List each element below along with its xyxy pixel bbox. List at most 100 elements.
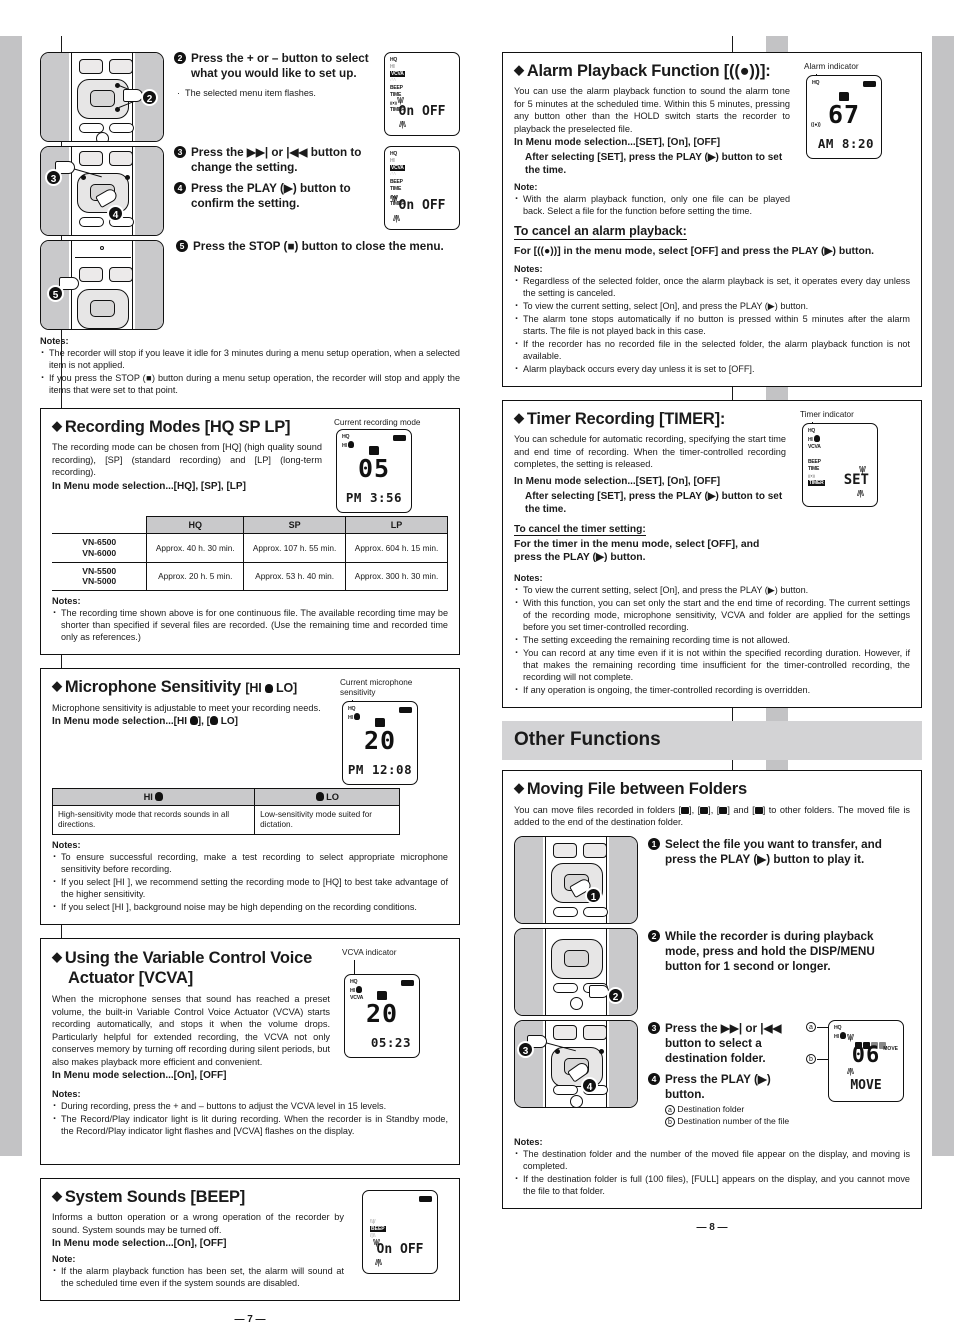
step-row-5: 5 5 Press the STOP (■) button to close t… — [40, 240, 460, 330]
recording-modes-notes-heading: Notes: — [52, 596, 81, 607]
note-item: The Record/Play indicator light is lit d… — [52, 1112, 448, 1137]
legend-marker-b: b — [806, 1054, 816, 1065]
moving-file-notes-heading: Notes: — [514, 1137, 543, 1148]
timer-title: ◆ Timer Recording [TIMER]: — [514, 409, 726, 428]
left-page: 2 2 Press the + or – button to select wh… — [40, 52, 460, 1325]
note-item: Alarm playback occurs every day unless i… — [514, 362, 910, 377]
table-cell: Approx. 300 h. 30 min. — [345, 561, 448, 592]
note-item: You can record at any time even if it is… — [514, 646, 910, 683]
vcva-title: ◆ Using the Variable Control Voice Actuat… — [52, 949, 313, 988]
hand-pointer-icon — [589, 985, 609, 999]
record-button-icon — [109, 151, 133, 166]
section-system-sounds: ◆ System Sounds [BEEP] Informs a button o… — [40, 1177, 460, 1302]
step-text-4: Press the PLAY (▶) button to confirm the… — [191, 181, 351, 210]
moving-step-text-2: While the recorder is during playback mo… — [665, 930, 875, 974]
step-text-5: Press the STOP (■) button to close the m… — [193, 240, 444, 253]
mic-sensitivity-notes-list: To ensure successful recording, make a t… — [52, 850, 448, 915]
recording-modes-title: ◆ Recording Modes [HQ SP LP] — [52, 418, 291, 436]
table-cell: Approx. 107 h. 55 min. — [243, 533, 347, 563]
section-recording-modes: ◆ Recording Modes [HQ SP LP] The recordin… — [40, 408, 460, 656]
table-row: VN-5500 VN-5000 Approx. 20 h. 5 min. Appr… — [52, 561, 448, 592]
moving-step-text-1: Select the file you want to transfer, an… — [665, 838, 882, 867]
lcd-value: SET — [843, 472, 869, 489]
lcd-display-timer: HQ HI VCVA BEEP TIME ((●)) TIMER SET \\|// //|… — [802, 423, 878, 508]
diamond-bullet-icon: ◆ — [52, 678, 62, 694]
mic-sensitivity-notes-heading: Notes: — [52, 840, 81, 851]
step-number-5: 5 — [176, 240, 188, 252]
callout-5: 5 — [47, 285, 64, 302]
note-item: Regardless of the selected folder, once … — [514, 274, 910, 299]
section-microphone-sensitivity: ◆ Microphone Sensitivity [HI LO] Micropho… — [40, 668, 460, 926]
lcd-display-vcva: HQ HI VCVA 20 05:23 — [344, 974, 420, 1059]
lcd-value: On OFF — [398, 104, 446, 119]
lcd-file-number: 20 — [365, 999, 399, 1029]
lcd-file-number: 20 — [363, 725, 397, 755]
step-row-2: 2 2 Press the + or – button to select wh… — [40, 52, 460, 142]
recording-modes-caption: Current recording mode — [334, 418, 421, 427]
alarm-caption: Alarm indicator — [804, 62, 859, 71]
callout-2: 2 — [141, 89, 158, 106]
step-number-2: 2 — [174, 52, 186, 64]
other-functions-banner: Other Functions — [502, 721, 922, 761]
legend-item-b: b Destination number of the file — [665, 1116, 796, 1128]
system-sounds-menu-line: In Menu mode selection...[On], [OFF] — [52, 1238, 227, 1250]
note-item: If the destination folder is full (100 f… — [514, 1172, 910, 1197]
step-number-2: 2 — [648, 930, 660, 943]
table-cell: Approx. 40 h. 30 min. — [146, 533, 245, 563]
section-alarm-playback: ◆ Alarm Playback Function [((●))]: You ca… — [502, 52, 922, 387]
record-button-icon — [109, 59, 133, 74]
recording-modes-menu-line: In Menu mode selection...[HQ], [SP], [LP… — [52, 480, 246, 492]
lcd-display-alarm: HQ 67 ((●)) AM 8:20 — [806, 75, 882, 160]
note-item: To view the current setting, select [On]… — [514, 299, 910, 314]
note-item: During recording, press the + and – butt… — [52, 1099, 448, 1114]
step-notes-list: The recorder will stop if you leave it i… — [40, 346, 460, 396]
lcd-display-step34: HQ HI VCVA ·'·'· BEEP TIME ((●)) TIMER On OFF \… — [384, 146, 460, 230]
lcd-indicators: HQ HI — [834, 1025, 846, 1041]
battery-icon — [863, 81, 876, 88]
right-page: ◆ Alarm Playback Function [((●))]: You ca… — [502, 52, 922, 1233]
device-illustration-move-step1: 1 — [514, 836, 638, 925]
stop-button-icon — [79, 59, 103, 74]
table-row: High-sensitivity mode that records sound… — [51, 804, 401, 836]
recording-modes-body: The recording mode can be chosen from [H… — [52, 442, 322, 478]
note-item: If the recorder has no recorded file in … — [514, 337, 910, 362]
mic-sensitivity-caption: Current microphone sensitivity — [340, 678, 413, 698]
timer-notes-list: To view the current setting, select [On]… — [514, 583, 910, 698]
note-item: If any operation is ongoing, the timer-c… — [514, 683, 910, 698]
table-row: VN-6500 VN-6000 Approx. 40 h. 30 min. App… — [52, 533, 448, 563]
section-vcva: ◆ Using the Variable Control Voice Actuat… — [40, 938, 460, 1165]
step-row-34: 3 4 3 Press the ▶▶| or |◀◀ button to cha… — [40, 146, 460, 236]
moving-file-title: ◆ Moving File between Folders — [514, 780, 747, 799]
table-cell: Approx. 53 h. 40 min. — [243, 561, 347, 592]
vcva-notes-list: During recording, press the + and – butt… — [52, 1099, 448, 1137]
system-sounds-notes-list: If the alarm playback function has been … — [52, 1264, 344, 1289]
alarm-cancel-heading: To cancel an alarm playback: — [514, 224, 687, 241]
table-cell: Approx. 604 h. 15 min. — [345, 533, 448, 563]
diamond-bullet-icon: ◆ — [52, 1187, 62, 1203]
diamond-bullet-icon: ◆ — [52, 418, 62, 433]
note-item: The recording time shown above is for on… — [52, 606, 448, 643]
lcd-indicators: HQ HI — [342, 434, 354, 450]
page-edge-mark-left — [0, 36, 22, 1156]
alarm-note-heading: Note: — [514, 182, 538, 193]
lcd-file-number: 05 — [357, 454, 391, 484]
battery-icon — [399, 706, 412, 713]
step-number-4: 4 — [648, 1073, 660, 1086]
lcd-file-number: 06 — [851, 1043, 881, 1069]
stop-button-icon — [79, 151, 103, 166]
step-number-3: 3 — [648, 1022, 660, 1035]
timer-menu-sub: After selecting [SET], press the PLAY (▶… — [525, 490, 783, 515]
diamond-bullet-icon: ◆ — [514, 62, 524, 77]
alarm-body: You can use the alarm playback function … — [514, 86, 790, 134]
diamond-bullet-icon: ◆ — [514, 780, 524, 796]
lcd-time: AM 8:20 — [817, 136, 874, 152]
note-item: With this function, you can set only the… — [514, 596, 910, 633]
step-substep-text-2: The selected menu item flashes. — [185, 87, 316, 98]
legend-marker-a: a — [806, 1022, 816, 1033]
recording-modes-notes-list: The recording time shown above is for on… — [52, 606, 448, 643]
timer-body: You can schedule for automatic recording… — [514, 434, 786, 470]
device-illustration-move-step34: 3 4 — [514, 1020, 638, 1109]
page-edge-mark-right — [932, 36, 954, 1156]
right-page-number: — 8 — — [696, 1222, 728, 1234]
record-button-icon — [583, 843, 607, 859]
